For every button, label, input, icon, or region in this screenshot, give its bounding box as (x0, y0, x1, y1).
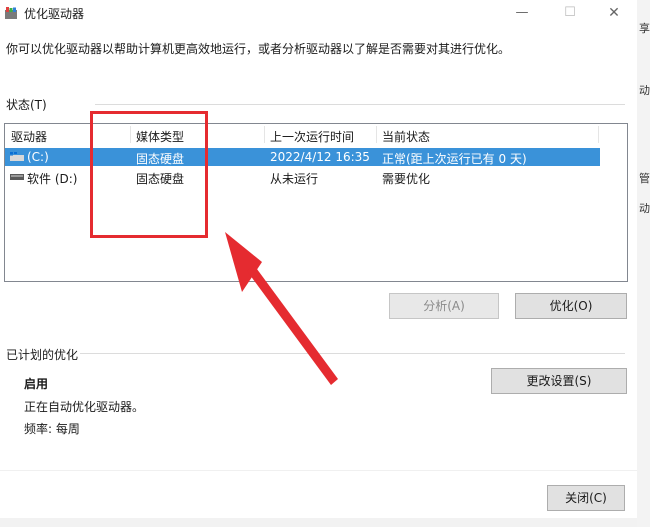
background-text: 享 (639, 22, 650, 35)
scheduled-optimization-label: 已计划的优化 (6, 348, 79, 362)
maximize-button[interactable]: ☐ (547, 0, 593, 26)
column-header-drive[interactable]: 驱动器 (11, 128, 47, 145)
window-description: 你可以优化驱动器以帮助计算机更高效地运行，或者分析驱动器以了解是否需要对其进行优… (6, 42, 511, 56)
window-title: 优化驱动器 (24, 7, 85, 21)
drive-name: 软件 (D:) (27, 172, 78, 186)
optimize-drives-app-icon (5, 7, 17, 19)
background-text: 动 (639, 202, 650, 215)
minimize-button[interactable]: — (499, 0, 545, 26)
column-separator[interactable] (264, 126, 265, 143)
last-run-time: 2022/4/12 16:35 (270, 150, 370, 164)
schedule-state: 启用 (24, 377, 49, 391)
footer-divider (0, 470, 637, 471)
optimize-button[interactable]: 优化(O) (515, 293, 627, 319)
column-header-last-run[interactable]: 上一次运行时间 (270, 128, 354, 145)
status-divider (95, 104, 625, 105)
column-separator[interactable] (598, 126, 599, 143)
close-button[interactable]: 关闭(C) (547, 485, 625, 511)
column-separator[interactable] (376, 126, 377, 143)
last-run-time: 从未运行 (270, 172, 319, 186)
background-text: 管 (639, 172, 650, 185)
background-text: 动 (639, 84, 650, 97)
status-section-label: 状态(T) (6, 98, 47, 112)
windows-drive-icon (10, 152, 24, 161)
title-bar[interactable]: 优化驱动器 — ☐ ✕ (0, 0, 637, 26)
column-header-current-status[interactable]: 当前状态 (382, 128, 430, 145)
highlight-rectangle (90, 111, 208, 238)
drive-name: (C:) (27, 150, 49, 164)
background-window-bottom (0, 518, 637, 527)
change-settings-button[interactable]: 更改设置(S) (491, 368, 627, 394)
current-status: 需要优化 (382, 172, 431, 186)
schedule-frequency: 频率: 每周 (24, 422, 80, 436)
optimize-drives-window: 优化驱动器 — ☐ ✕ 你可以优化驱动器以帮助计算机更高效地运行，或者分析驱动器… (0, 0, 637, 527)
current-status: 正常(距上次运行已有 0 天) (382, 152, 527, 166)
hard-drive-icon (10, 174, 24, 180)
background-window-edge: 享 动 管 动 (637, 0, 650, 527)
schedule-description: 正在自动优化驱动器。 (24, 400, 145, 414)
close-window-button[interactable]: ✕ (591, 0, 637, 26)
analyze-button[interactable]: 分析(A) (389, 293, 499, 319)
schedule-divider (80, 353, 625, 354)
